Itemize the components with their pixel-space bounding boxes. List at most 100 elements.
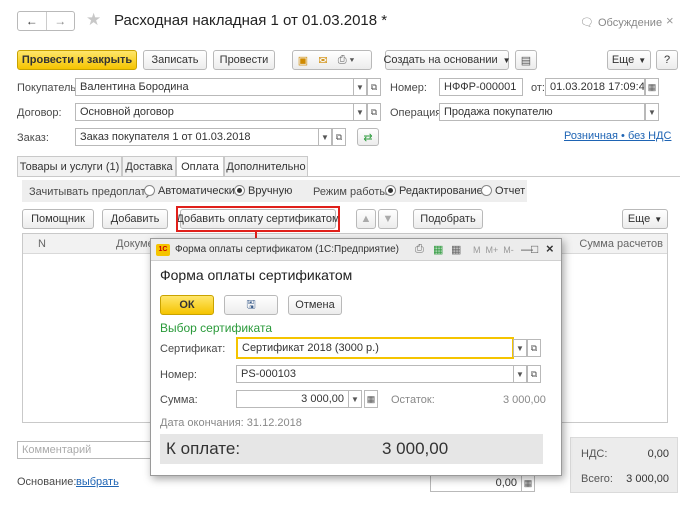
radio-selected-icon (385, 185, 396, 196)
to-pay-value: 3 000,00 (382, 439, 449, 458)
tab-additional[interactable]: Дополнительно (224, 156, 308, 176)
calculator-button[interactable]: ▦ (364, 390, 378, 408)
hidden-calc-button: ▦ (521, 474, 535, 492)
certificate-number-field[interactable]: PS-000103 (236, 365, 514, 383)
mode-report-radio[interactable]: Отчет (481, 185, 525, 197)
tab-goods[interactable]: Товары и услуги (1) (17, 156, 122, 176)
column-header-sum: Сумма расчетов (579, 238, 663, 250)
close-icon[interactable]: × (546, 241, 554, 256)
operation-dropdown[interactable]: ▼ (645, 103, 659, 121)
move-up-button[interactable]: ▲ (356, 209, 376, 229)
end-date-text: Дата окончания: 31.12.2018 (160, 417, 302, 429)
basis-select-link[interactable]: выбрать (76, 476, 119, 488)
buyer-field[interactable]: Валентина Бородина (75, 78, 354, 96)
save-button[interactable]: Записать (143, 50, 207, 70)
prepay-manual-radio[interactable]: Вручную (234, 185, 292, 197)
chevron-down-icon: ▼ (516, 369, 524, 379)
open-icon: ⧉ (530, 342, 538, 353)
buyer-label: Покупатель: (17, 82, 80, 94)
table-icon[interactable]: ▦ (433, 243, 443, 256)
comment-placeholder: Комментарий (22, 444, 92, 456)
certificate-label: Сертификат: (160, 343, 226, 355)
order-label: Заказ: (17, 132, 49, 144)
vat-value: 0,00 (647, 448, 669, 460)
cancel-button[interactable]: Отмена (288, 295, 342, 315)
radio-icon (144, 185, 155, 196)
certificate-open-button[interactable]: ⧉ (527, 339, 541, 357)
document-structure-icon[interactable]: ▣ (293, 54, 313, 67)
date-field[interactable]: 01.03.2018 17:09:47 (545, 78, 645, 96)
comment-field[interactable]: Комментарий (17, 441, 152, 459)
certificate-payment-dialog: 1С Форма оплаты сертификатом (1С:Предпри… (150, 238, 562, 476)
chevron-down-icon: ▼ (654, 214, 663, 224)
tab-payment[interactable]: Оплата (176, 156, 224, 177)
chevron-down-icon: ▼ (351, 394, 359, 404)
post-close-button[interactable]: Провести и закрыть (17, 50, 137, 70)
column-header-document: Докуме (116, 238, 154, 250)
ok-button[interactable]: ОК (160, 295, 214, 315)
operation-label: Операция: (390, 107, 445, 119)
sum-dropdown[interactable]: ▼ (348, 390, 362, 408)
tab-delivery[interactable]: Доставка (122, 156, 176, 176)
dialog-titlebar[interactable]: 1С Форма оплаты сертификатом (1С:Предпри… (151, 239, 561, 261)
report-icon-button[interactable]: ▤ (515, 50, 537, 70)
open-icon: ⧉ (335, 131, 343, 142)
order-dropdown[interactable]: ▼ (318, 128, 332, 146)
post-button[interactable]: Провести (213, 50, 275, 70)
prepay-auto-radio[interactable]: Автоматически (144, 185, 235, 197)
arrow-down-icon: ▼ (382, 213, 394, 225)
window-title: Расходная накладная 1 от 01.03.2018 * (114, 12, 388, 29)
calendar-icon[interactable]: ▦ (451, 243, 461, 256)
maximize-icon[interactable]: □ (531, 242, 538, 256)
contract-open-button[interactable]: ⧉ (367, 103, 381, 121)
certificate-dropdown[interactable]: ▼ (513, 339, 527, 357)
total-label: Всего: (581, 473, 613, 485)
number-dropdown[interactable]: ▼ (513, 365, 527, 383)
close-icon[interactable]: × (666, 13, 674, 28)
help-button[interactable]: ? (656, 50, 678, 70)
certificate-field[interactable]: Сертификат 2018 (3000 р.) (236, 337, 514, 359)
nav-back-forward[interactable]: ← → (17, 11, 75, 31)
chevron-down-icon: ▼ (502, 55, 511, 65)
open-icon: ⧉ (530, 368, 538, 379)
forward-arrow-icon[interactable]: → (47, 12, 75, 30)
back-arrow-icon[interactable]: ← (18, 12, 47, 30)
mode-edit-radio[interactable]: Редактирование (385, 185, 483, 197)
print-icon[interactable]: ⎙ (415, 243, 424, 256)
add-button[interactable]: Добавить (102, 209, 168, 229)
email-icon[interactable]: ✉ (313, 54, 333, 67)
order-field[interactable]: Заказ покупателя 1 от 01.03.2018 (75, 128, 319, 146)
column-header-n: N (38, 238, 46, 250)
dialog-heading: Форма оплаты сертификатом (160, 267, 353, 283)
discussion-button[interactable]: 🗨 Обсуждение (580, 16, 662, 30)
chevron-down-icon: ▼ (516, 343, 524, 353)
radio-selected-icon (234, 185, 245, 196)
memory-buttons[interactable]: M M+ M- (473, 245, 514, 255)
contract-dropdown[interactable]: ▼ (353, 103, 367, 121)
app-logo-icon: 1С (156, 244, 170, 256)
buyer-dropdown[interactable]: ▼ (353, 78, 367, 96)
create-based-button[interactable]: Создать на основании ▼ (383, 50, 511, 70)
assistant-button[interactable]: Помощник (22, 209, 94, 229)
calendar-button[interactable]: ▦ (645, 78, 659, 96)
sum-field[interactable]: 3 000,00 (236, 390, 349, 408)
dialog-save-button[interactable]: 🖫 (224, 295, 278, 315)
payment-more-button[interactable]: Еще ▼ (622, 209, 668, 229)
favorite-star-icon[interactable]: ★ (86, 10, 101, 30)
price-type-link[interactable]: Розничная • без НДС (564, 130, 671, 142)
fill-by-order-button[interactable]: ⇄ (357, 128, 379, 146)
buyer-open-button[interactable]: ⧉ (367, 78, 381, 96)
number-label: Номер: (160, 369, 197, 381)
number-field[interactable]: НФФР-000001 (439, 78, 523, 96)
chevron-down-icon: ▼ (356, 107, 364, 117)
number-open-button[interactable]: ⧉ (527, 365, 541, 383)
select-button[interactable]: Подобрать (413, 209, 483, 229)
operation-field[interactable]: Продажа покупателю (439, 103, 645, 121)
more-button[interactable]: Еще ▼ (607, 50, 651, 70)
move-down-button[interactable]: ▼ (378, 209, 398, 229)
print-icon[interactable]: ⎙ ▾ (333, 54, 359, 67)
chevron-down-icon: ▼ (321, 132, 329, 142)
contract-field[interactable]: Основной договор (75, 103, 354, 121)
save-disk-icon: 🖫 (246, 298, 256, 311)
order-open-button[interactable]: ⧉ (332, 128, 346, 146)
